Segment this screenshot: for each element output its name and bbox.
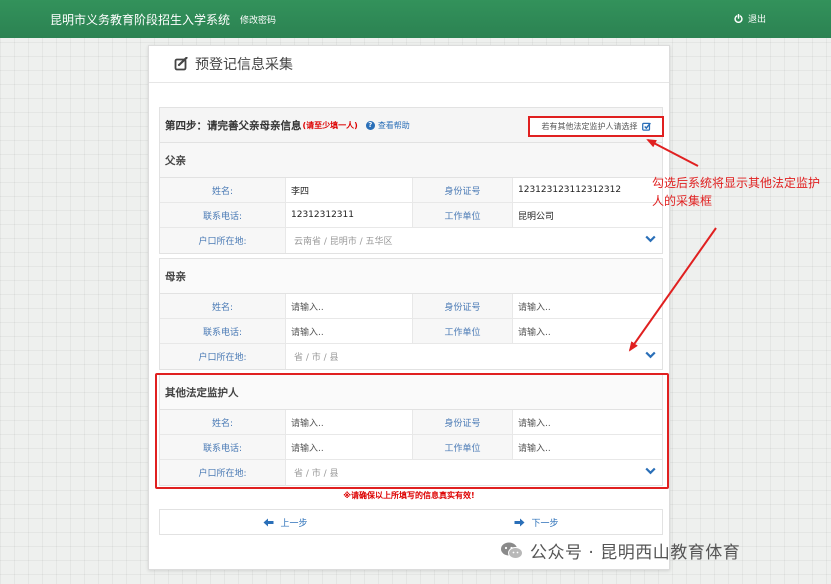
mother-phone-label: 联系电话: — [160, 319, 286, 343]
mother-phone-input[interactable]: 请输入.. — [286, 319, 413, 343]
guardian-name-input[interactable]: 请输入.. — [286, 410, 413, 434]
father-hukou-select[interactable]: 云南省 / 昆明市 / 五华区 — [286, 228, 662, 253]
other-guardian-section: 其他法定监护人 姓名: 请输入.. 身份证号 请输入.. 联系电话: 请输入..… — [159, 374, 663, 486]
father-work-label: 工作单位 — [413, 203, 513, 227]
guardian-hukou-value: 省 / 市 / 县 — [294, 469, 339, 479]
mother-id-label: 身份证号 — [413, 294, 513, 318]
checkbox-checked-icon — [641, 122, 651, 131]
prev-step-button[interactable]: 上一步 — [160, 510, 411, 534]
chevron-down-icon — [645, 351, 656, 359]
father-phone-label: 联系电话: — [160, 203, 286, 227]
prev-step-label: 上一步 — [280, 518, 308, 529]
father-work-input[interactable]: 昆明公司 — [513, 203, 662, 227]
mother-hukou-label: 户口所在地: — [160, 344, 286, 369]
wechat-icon — [501, 542, 523, 559]
power-icon — [734, 14, 743, 23]
chevron-down-icon — [645, 235, 656, 243]
chevron-down-icon — [645, 467, 656, 475]
top-navbar: 昆明市义务教育阶段招生入学系统 修改密码 退出 — [0, 0, 831, 38]
father-phone-input[interactable]: 12312312311 — [286, 203, 413, 227]
mother-hukou-select[interactable]: 省 / 市 / 县 — [286, 344, 662, 369]
father-id-input[interactable]: 123123123112312312 — [513, 178, 662, 202]
guardian-phone-input[interactable]: 请输入.. — [286, 435, 413, 459]
mother-work-label: 工作单位 — [413, 319, 513, 343]
guardian-hukou-select[interactable]: 省 / 市 / 县 — [286, 460, 662, 485]
mother-work-input[interactable]: 请输入.. — [513, 319, 662, 343]
panel-title: 预登记信息采集 — [195, 57, 293, 73]
next-step-label: 下一步 — [531, 518, 559, 529]
guardian-hukou-label: 户口所在地: — [160, 460, 286, 485]
guardian-work-input[interactable]: 请输入.. — [513, 435, 662, 459]
help-label: 查看帮助 — [377, 120, 410, 130]
mother-row-1: 姓名: 请输入.. 身份证号 请输入.. — [160, 294, 662, 319]
warning-text: ※请确保以上所填写的信息真实有效! — [343, 491, 475, 500]
father-hukou-label: 户口所在地: — [160, 228, 286, 253]
father-name-label: 姓名: — [160, 178, 286, 202]
step-title: 第四步：请完善父亲母亲信息 — [165, 119, 302, 132]
mother-name-input[interactable]: 请输入.. — [286, 294, 413, 318]
help-link[interactable]: ? 查看帮助 — [365, 120, 410, 131]
father-row-2: 联系电话: 12312312311 工作单位 昆明公司 — [160, 203, 662, 228]
watermark-text: 公众号 · 昆明西山教育体育 — [530, 543, 741, 563]
other-guardian-heading: 其他法定监护人 — [160, 375, 662, 410]
watermark: 公众号 · 昆明西山教育体育 — [500, 538, 740, 563]
other-guardian-checkbox[interactable]: 若有其他法定监护人请选择 — [528, 116, 664, 137]
logout-label: 退出 — [748, 15, 767, 25]
system-title: 昆明市义务教育阶段招生入学系统 — [50, 13, 231, 27]
change-password-link[interactable]: 修改密码 — [240, 13, 276, 26]
mother-heading: 母亲 — [160, 259, 662, 294]
father-name-input[interactable]: 李四 — [286, 178, 413, 202]
step-header: 第四步：请完善父亲母亲信息 (请至少填一人) ? 查看帮助 若有其他法定监护人请… — [160, 108, 664, 143]
guardian-phone-label: 联系电话: — [160, 435, 286, 459]
guardian-row-2: 联系电话: 请输入.. 工作单位 请输入.. — [160, 435, 662, 460]
father-row-1: 姓名: 李四 身份证号 123123123112312312 — [160, 178, 662, 203]
annotation-text: 勾选后系统将显示其他法定监护人的采集框 — [652, 176, 821, 208]
mother-section: 母亲 姓名: 请输入.. 身份证号 请输入.. 联系电话: 请输入.. 工作单位… — [159, 258, 663, 370]
parent-info-section: 第四步：请完善父亲母亲信息 (请至少填一人) ? 查看帮助 若有其他法定监护人请… — [159, 107, 664, 254]
mother-row-3: 户口所在地: 省 / 市 / 县 — [160, 344, 662, 369]
father-row-3: 户口所在地: 云南省 / 昆明市 / 五华区 — [160, 228, 662, 253]
mother-hukou-value: 省 / 市 / 县 — [294, 353, 339, 363]
edit-icon — [174, 57, 188, 71]
logout-button[interactable]: 退出 — [734, 12, 766, 25]
guardian-work-label: 工作单位 — [413, 435, 513, 459]
father-hukou-value: 云南省 / 昆明市 / 五华区 — [294, 237, 393, 247]
next-step-button[interactable]: 下一步 — [411, 510, 662, 534]
guardian-id-input[interactable]: 请输入.. — [513, 410, 662, 434]
mother-row-2: 联系电话: 请输入.. 工作单位 请输入.. — [160, 319, 662, 344]
question-icon: ? — [365, 120, 375, 130]
mother-name-label: 姓名: — [160, 294, 286, 318]
arrow-left-icon — [263, 518, 274, 526]
guardian-id-label: 身份证号 — [413, 410, 513, 434]
arrow-right-icon — [514, 518, 525, 526]
step-note: (请至少填一人) — [302, 120, 358, 130]
father-id-label: 身份证号 — [413, 178, 513, 202]
guardian-name-label: 姓名: — [160, 410, 286, 434]
father-heading: 父亲 — [160, 143, 662, 178]
mother-id-input[interactable]: 请输入.. — [513, 294, 662, 318]
info-collection-panel: 预登记信息采集 第四步：请完善父亲母亲信息 (请至少填一人) ? 查看帮助 若有… — [148, 45, 670, 570]
other-guardian-checkbox-label: 若有其他法定监护人请选择 — [541, 122, 638, 131]
panel-header: 预登记信息采集 — [149, 46, 669, 83]
step-navigation: 上一步 下一步 — [159, 509, 663, 535]
guardian-row-3: 户口所在地: 省 / 市 / 县 — [160, 460, 662, 485]
guardian-row-1: 姓名: 请输入.. 身份证号 请输入.. — [160, 410, 662, 435]
